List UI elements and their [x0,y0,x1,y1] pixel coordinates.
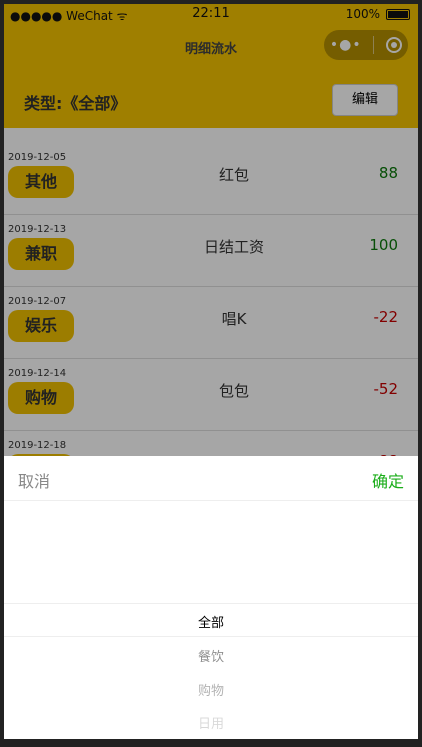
picker-option[interactable]: 日用 [4,713,418,732]
phone-screen: ●●●●● WeChat ᯤ 22:11 100% 明细流水 •●• 类型:《全… [4,4,418,739]
picker-option[interactable]: 餐饮 [4,646,418,665]
picker-option[interactable]: 全部 [4,612,418,631]
confirm-button[interactable]: 确定 [372,468,404,492]
picker-option[interactable]: 购物 [4,680,418,699]
picker-indicator-bottom [4,636,418,637]
cancel-button[interactable]: 取消 [18,468,50,492]
picker-indicator-top [4,603,418,604]
picker-sheet: 取消 确定 全部 餐饮 购物 日用 [4,456,418,739]
picker-toolbar: 取消 确定 [4,456,418,501]
category-picker[interactable]: 全部 餐饮 购物 日用 [4,500,418,739]
